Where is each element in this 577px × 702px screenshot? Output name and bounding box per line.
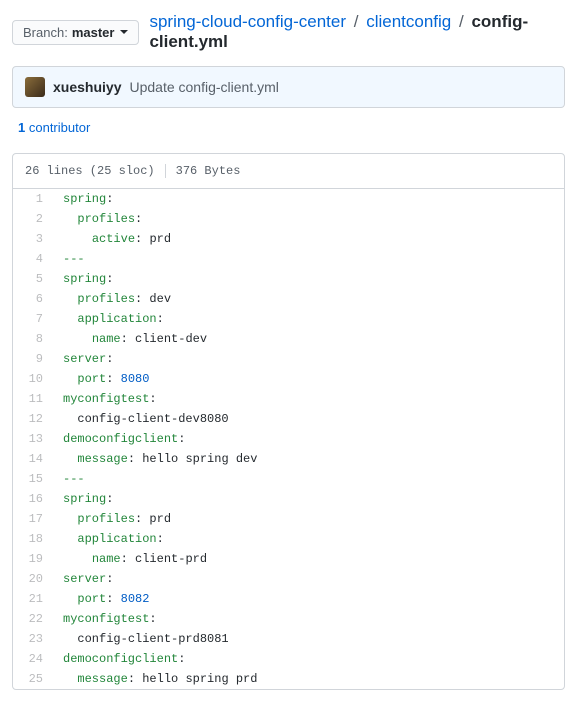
code-line: 11myconfigtest: <box>13 389 564 409</box>
code-line: 5spring: <box>13 269 564 289</box>
code-line: 8 name: client-dev <box>13 329 564 349</box>
line-number[interactable]: 5 <box>13 269 53 289</box>
line-content[interactable]: message: hello spring dev <box>53 449 564 469</box>
code-line: 23 config-client-prd8081 <box>13 629 564 649</box>
code-line: 12 config-client-dev8080 <box>13 409 564 429</box>
line-content[interactable]: active: prd <box>53 229 564 249</box>
line-number[interactable]: 2 <box>13 209 53 229</box>
line-number[interactable]: 11 <box>13 389 53 409</box>
branch-select-button[interactable]: Branch: master <box>12 20 139 45</box>
code-line: 6 profiles: dev <box>13 289 564 309</box>
line-number[interactable]: 22 <box>13 609 53 629</box>
line-content[interactable]: application: <box>53 529 564 549</box>
code-line: 19 name: client-prd <box>13 549 564 569</box>
breadcrumb-folder-link[interactable]: clientconfig <box>366 12 451 31</box>
line-number[interactable]: 19 <box>13 549 53 569</box>
line-content[interactable]: --- <box>53 469 564 489</box>
line-number[interactable]: 20 <box>13 569 53 589</box>
line-content[interactable]: message: hello spring prd <box>53 669 564 689</box>
line-content[interactable]: config-client-prd8081 <box>53 629 564 649</box>
line-content[interactable]: democonfigclient: <box>53 429 564 449</box>
branch-label: Branch: <box>23 25 68 40</box>
line-content[interactable]: port: 8082 <box>53 589 564 609</box>
line-number[interactable]: 13 <box>13 429 53 449</box>
line-number[interactable]: 8 <box>13 329 53 349</box>
file-info-bar: 26 lines (25 sloc) 376 Bytes <box>13 154 564 189</box>
line-number[interactable]: 9 <box>13 349 53 369</box>
chevron-down-icon <box>120 30 128 34</box>
header-row: Branch: master spring-cloud-config-cente… <box>12 12 565 52</box>
line-number[interactable]: 4 <box>13 249 53 269</box>
line-content[interactable]: spring: <box>53 489 564 509</box>
code-line: 20server: <box>13 569 564 589</box>
avatar[interactable] <box>25 77 45 97</box>
line-content[interactable]: server: <box>53 349 564 369</box>
line-number[interactable]: 25 <box>13 669 53 689</box>
breadcrumb: spring-cloud-config-center / clientconfi… <box>149 12 565 52</box>
contributors-label: contributor <box>29 120 90 135</box>
line-number[interactable]: 21 <box>13 589 53 609</box>
line-number[interactable]: 15 <box>13 469 53 489</box>
code-line: 22myconfigtest: <box>13 609 564 629</box>
line-content[interactable]: config-client-dev8080 <box>53 409 564 429</box>
line-number[interactable]: 14 <box>13 449 53 469</box>
line-content[interactable]: spring: <box>53 189 564 209</box>
line-content[interactable]: port: 8080 <box>53 369 564 389</box>
line-content[interactable]: myconfigtest: <box>53 389 564 409</box>
line-number[interactable]: 6 <box>13 289 53 309</box>
line-content[interactable]: democonfigclient: <box>53 649 564 669</box>
line-number[interactable]: 16 <box>13 489 53 509</box>
contributors-link[interactable]: 1 contributor <box>18 120 90 135</box>
breadcrumb-separator: / <box>459 12 464 31</box>
line-number[interactable]: 17 <box>13 509 53 529</box>
commit-author[interactable]: xueshuiyy <box>53 79 121 95</box>
line-content[interactable]: name: client-prd <box>53 549 564 569</box>
code-line: 1spring: <box>13 189 564 209</box>
divider <box>165 164 166 178</box>
file-size: 376 Bytes <box>176 164 241 178</box>
code-line: 9server: <box>13 349 564 369</box>
line-number[interactable]: 7 <box>13 309 53 329</box>
line-content[interactable]: spring: <box>53 269 564 289</box>
code-line: 4--- <box>13 249 564 269</box>
line-content[interactable]: myconfigtest: <box>53 609 564 629</box>
contributors-count: 1 <box>18 120 25 135</box>
line-content[interactable]: name: client-dev <box>53 329 564 349</box>
line-number[interactable]: 10 <box>13 369 53 389</box>
line-number[interactable]: 18 <box>13 529 53 549</box>
code-line: 25 message: hello spring prd <box>13 669 564 689</box>
code-line: 24democonfigclient: <box>13 649 564 669</box>
breadcrumb-separator: / <box>354 12 359 31</box>
file-box: 26 lines (25 sloc) 376 Bytes 1spring:2 p… <box>12 153 565 690</box>
commit-message[interactable]: Update config-client.yml <box>129 79 278 95</box>
code-line: 3 active: prd <box>13 229 564 249</box>
line-content[interactable]: profiles: dev <box>53 289 564 309</box>
code-line: 7 application: <box>13 309 564 329</box>
line-number[interactable]: 12 <box>13 409 53 429</box>
breadcrumb-root-link[interactable]: spring-cloud-config-center <box>149 12 346 31</box>
line-content[interactable]: profiles: prd <box>53 509 564 529</box>
file-lines: 26 lines (25 sloc) <box>25 164 155 178</box>
code-line: 21 port: 8082 <box>13 589 564 609</box>
contributors-row: 1 contributor <box>12 118 565 153</box>
line-content[interactable]: server: <box>53 569 564 589</box>
code-line: 10 port: 8080 <box>13 369 564 389</box>
line-number[interactable]: 24 <box>13 649 53 669</box>
line-number[interactable]: 3 <box>13 229 53 249</box>
branch-value: master <box>72 25 115 40</box>
line-content[interactable]: application: <box>53 309 564 329</box>
line-content[interactable]: profiles: <box>53 209 564 229</box>
commit-box: xueshuiyy Update config-client.yml <box>12 66 565 108</box>
line-number[interactable]: 23 <box>13 629 53 649</box>
code-line: 16spring: <box>13 489 564 509</box>
code-line: 2 profiles: <box>13 209 564 229</box>
code-line: 13democonfigclient: <box>13 429 564 449</box>
code-line: 15--- <box>13 469 564 489</box>
line-number[interactable]: 1 <box>13 189 53 209</box>
code-line: 17 profiles: prd <box>13 509 564 529</box>
code-line: 14 message: hello spring dev <box>13 449 564 469</box>
line-content[interactable]: --- <box>53 249 564 269</box>
code-line: 18 application: <box>13 529 564 549</box>
code-table: 1spring:2 profiles:3 active: prd4---5spr… <box>13 189 564 689</box>
